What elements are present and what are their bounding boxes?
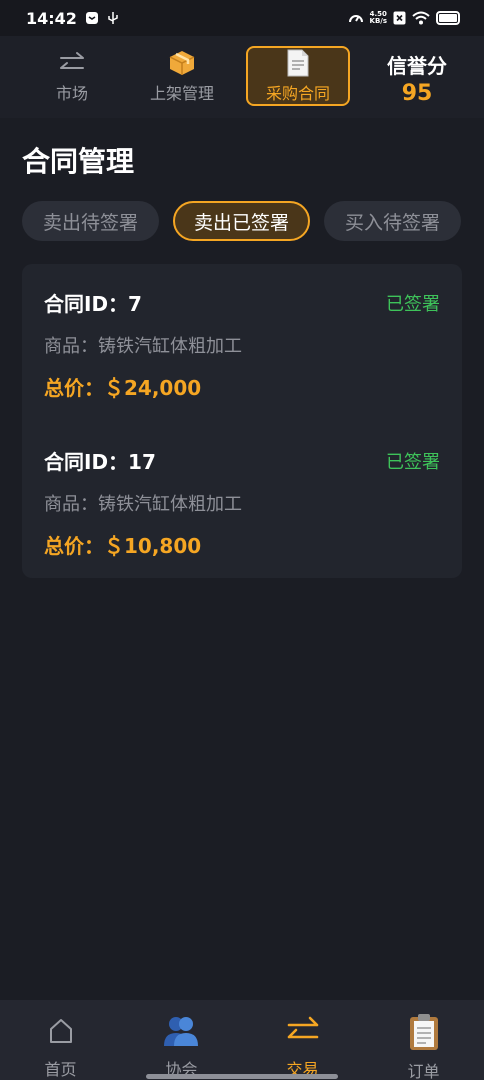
filter-buy-pending[interactable]: 买入待签署 [324, 201, 462, 241]
filter-chips: 卖出待签署 卖出已签署 买入待签署 [22, 201, 462, 241]
bottom-nav-orders[interactable]: 订单 [363, 1000, 484, 1080]
contract-price: 总价：＄24,000 [44, 376, 202, 400]
contract-status: 已签署 [386, 452, 440, 473]
tab-purchase-contract-label: 采购合同 [265, 84, 330, 103]
status-left: 14:42 [26, 9, 119, 28]
bottom-nav-association[interactable]: 协会 [121, 1000, 242, 1080]
bottom-nav-orders-label: 订单 [407, 1062, 440, 1080]
filter-sell-signed[interactable]: 卖出已签署 [173, 201, 311, 241]
status-right: 4.50 KB/s [348, 10, 460, 26]
speedometer-icon [348, 10, 364, 26]
credit-score-label: 信誉分 [387, 54, 447, 78]
tab-market[interactable]: 市场 [20, 46, 124, 106]
people-icon [162, 1014, 202, 1048]
clipboard-icon [408, 1014, 440, 1050]
bottom-nav-home-label: 首页 [44, 1060, 77, 1079]
contract-id: 合同ID：17 [44, 450, 156, 474]
contract-card[interactable]: 合同ID：17 已签署 商品：铸铁汽缸体粗加工 总价：＄10,800 [22, 422, 462, 580]
contract-price: 总价：＄10,800 [44, 534, 202, 558]
battery-icon [436, 11, 460, 25]
contract-goods: 商品：铸铁汽缸体粗加工 [44, 494, 242, 515]
message-icon [85, 11, 99, 25]
document-icon [285, 48, 311, 78]
contract-status: 已签署 [386, 294, 440, 315]
credit-score: 信誉分 95 [372, 50, 462, 106]
tab-listing-management-label: 上架管理 [149, 84, 214, 103]
status-time: 14:42 [26, 8, 77, 28]
credit-score-value: 95 [401, 81, 433, 106]
swap-arrows-icon [57, 48, 87, 78]
wifi-icon [412, 11, 430, 25]
contract-card[interactable]: 合同ID：7 已签署 商品：铸铁汽缸体粗加工 总价：＄24,000 [22, 264, 462, 422]
tab-purchase-contract[interactable]: 采购合同 [246, 46, 350, 106]
tab-market-label: 市场 [55, 84, 88, 103]
top-nav: 市场 上架管理 采购合同 信誉分 95 [0, 36, 484, 118]
bottom-nav: 首页 协会 交易 订单 [0, 1000, 484, 1080]
filter-sell-pending[interactable]: 卖出待签署 [22, 201, 160, 241]
package-icon [167, 48, 197, 78]
bottom-nav-home[interactable]: 首页 [0, 1000, 121, 1080]
close-box-icon [393, 11, 406, 25]
contract-list: 合同ID：7 已签署 商品：铸铁汽缸体粗加工 总价：＄24,000 合同ID：1… [22, 264, 462, 578]
contract-goods: 商品：铸铁汽缸体粗加工 [44, 336, 242, 357]
home-indicator [146, 1074, 338, 1079]
status-bar: 14:42 4.50 KB/s [0, 0, 484, 36]
tab-listing-management[interactable]: 上架管理 [130, 46, 234, 106]
home-icon [48, 1014, 74, 1048]
network-speed: 4.50 KB/s [370, 11, 387, 25]
usb-icon [107, 11, 119, 25]
contract-id: 合同ID：7 [44, 292, 142, 316]
page-title: 合同管理 [22, 145, 135, 178]
bottom-nav-trade[interactable]: 交易 [242, 1000, 363, 1080]
speed-unit: KB/s [369, 17, 387, 25]
swap-arrows-icon [286, 1014, 320, 1048]
